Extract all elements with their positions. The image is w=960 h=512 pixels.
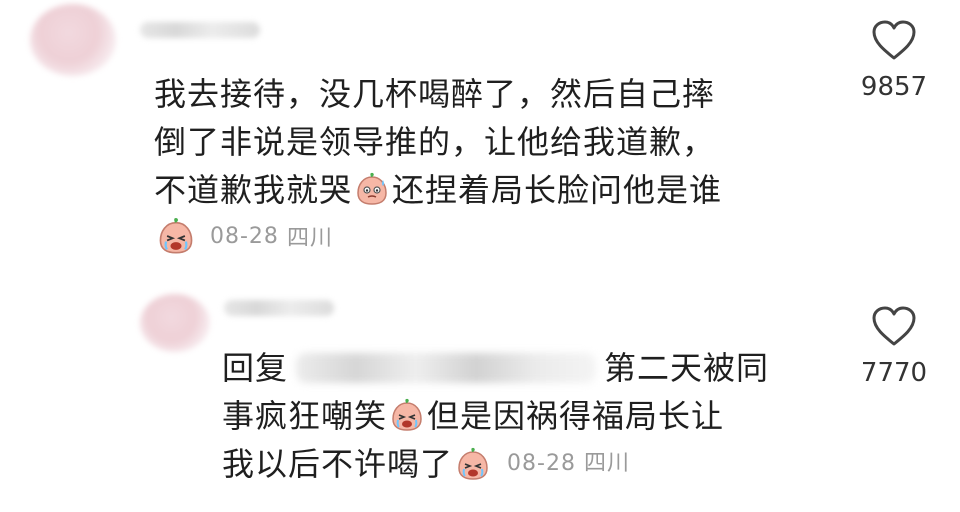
comment-line: 第二天被同	[604, 349, 770, 387]
mention-blurred[interactable]	[296, 353, 597, 383]
sweating-emoji-icon	[357, 172, 387, 205]
comment-line: 我去接待，没几杯喝醉了，然后自己摔	[154, 75, 716, 113]
comment-line: 我以后不许喝了	[222, 445, 454, 483]
avatar[interactable]	[140, 294, 210, 352]
comment-line: 还捏着局长脸问他是谁	[392, 171, 723, 209]
comment-line: 不道歉我就哭	[154, 171, 353, 209]
heart-outline-icon[interactable]	[870, 304, 918, 348]
comment-date: 08-28	[210, 223, 279, 249]
like-control[interactable]: 7770	[849, 304, 939, 388]
crying-emoji-icon	[458, 447, 488, 480]
comment-meta: 08-28 四川	[154, 214, 333, 258]
comment-line: 事疯狂嘲笑	[222, 397, 388, 435]
like-count: 9857	[860, 72, 928, 102]
comment-location: 四川	[286, 226, 333, 251]
like-count: 7770	[860, 358, 928, 388]
comment-location: 四川	[583, 451, 630, 476]
comment-body: 回复 第二天被同 事疯狂嘲笑 但是因祸得福局长让 我以后不许喝了 08-28 四…	[222, 344, 769, 488]
username-blurred[interactable]	[140, 22, 260, 38]
comment-body: 我去接待，没几杯喝醉了，然后自己摔 倒了非说是领导推的，让他给我道歉， 不道歉我…	[154, 70, 722, 214]
crying-emoji-icon	[159, 218, 193, 254]
reply-label: 回复	[222, 349, 289, 387]
comment-date: 08-28	[507, 451, 576, 476]
like-control[interactable]: 9857	[849, 18, 939, 102]
username-blurred[interactable]	[224, 300, 334, 316]
avatar[interactable]	[30, 4, 116, 76]
crying-emoji-icon	[392, 398, 422, 431]
comment-line: 倒了非说是领导推的，让他给我道歉，	[154, 123, 716, 161]
heart-outline-icon[interactable]	[870, 18, 918, 62]
comment-line: 但是因祸得福局长让	[427, 397, 725, 435]
